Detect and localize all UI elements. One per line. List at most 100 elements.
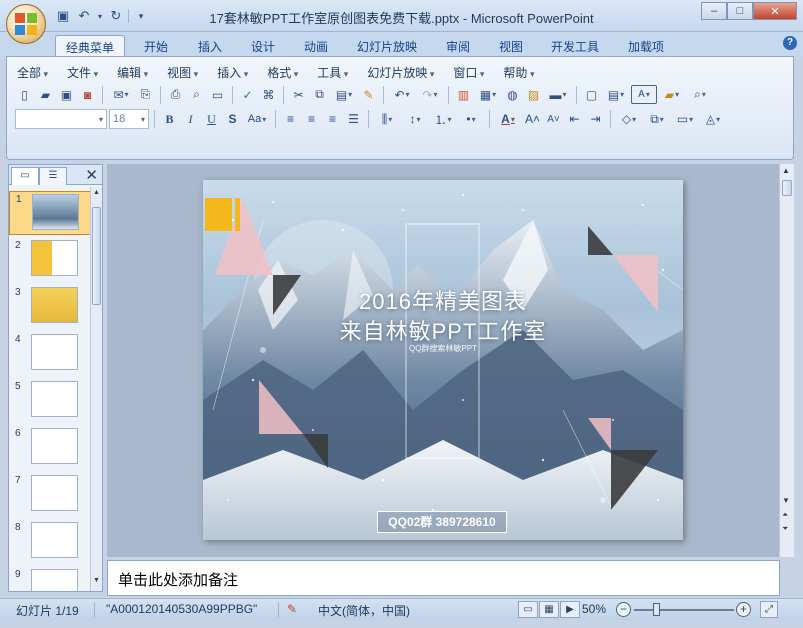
paste-icon[interactable]: ▤ [331,85,357,104]
close-button[interactable]: ✕ [753,2,797,20]
save-icon[interactable]: ▣ [57,85,76,104]
tab-home[interactable]: 开始 [134,35,178,57]
quick-styles-icon[interactable]: ▭ [672,110,698,129]
underline-icon[interactable]: U [202,110,221,129]
slideshow-button[interactable]: ▶ [560,601,580,618]
slide-thumbnail[interactable]: 9 [9,567,91,591]
shape-fill-icon[interactable]: ◬ [700,110,726,129]
notes-pane[interactable]: 单击此处添加备注 [107,560,780,596]
language-indicator[interactable]: 中文(简体，中国) [318,602,410,619]
previous-slide-icon[interactable]: ⏶ [782,510,788,520]
slide-thumbnail[interactable]: 4 [9,332,91,376]
scroll-up-icon[interactable]: ▲ [92,189,101,201]
pane-scrollbar[interactable]: ▲ ▼ [90,187,102,591]
permission-icon[interactable]: ◙ [78,85,97,104]
slide-canvas[interactable]: 2016年精美图表 来自林敏PPT工作室 QQ群搜索林敏PPT QQ02群 38… [203,180,683,540]
zoom-icon[interactable]: ⌕ [687,85,713,104]
zoom-slider-track[interactable] [634,609,734,611]
tab-design[interactable]: 设计 [241,35,285,57]
slide-subtitle[interactable]: QQ群搜索林敏PPT [203,343,683,354]
normal-view-button[interactable]: ▭ [518,601,538,618]
menu-view[interactable]: 视图 [167,63,207,82]
menu-file[interactable]: 文件 [67,63,107,82]
menu-all[interactable]: 全部 [17,63,57,82]
slide-thumbnail[interactable]: 2 [9,238,91,282]
tab-slides[interactable]: ▭ [11,167,39,185]
slide-thumbnail[interactable]: 6 [9,426,91,470]
arrange-icon[interactable]: ⧉ [644,110,670,129]
menu-help[interactable]: 帮助 [503,63,543,82]
tab-slideshow[interactable]: 幻灯片放映 [347,35,427,57]
justify-icon[interactable]: ☰ [344,110,363,129]
change-case-icon[interactable]: Aa [244,110,270,129]
line-spacing-icon[interactable]: ↕ [402,110,428,129]
slide-thumbnail[interactable]: 1 [9,191,91,235]
tab-animation[interactable]: 动画 [294,35,338,57]
align-left-icon[interactable]: ≡ [281,110,300,129]
menu-tools[interactable]: 工具 [317,63,357,82]
maximize-button[interactable]: □ [727,2,753,20]
slide-view-icon[interactable]: ▭ [208,85,227,104]
menu-window[interactable]: 窗口 [453,63,493,82]
qq-group-box[interactable]: QQ02群 389728610 [377,511,507,533]
scroll-down-icon[interactable]: ▼ [782,496,790,505]
help-icon[interactable]: ? [783,36,797,50]
textbox-icon[interactable]: A [631,85,657,104]
font-color-icon[interactable]: A [495,110,521,129]
table-icon[interactable]: ▦ [475,85,501,104]
minimize-button[interactable]: – [701,2,727,20]
slide-title-line2[interactable]: 来自林敏PPT工作室 [203,314,683,346]
numbering-icon[interactable]: ⒈ [430,110,456,129]
scroll-thumb[interactable] [782,180,792,196]
publish-pdf-icon[interactable]: ⎘ [136,85,155,104]
format-painter-icon[interactable]: ✎ [359,85,378,104]
decrease-indent-icon[interactable]: ⇤ [565,110,584,129]
bullets-icon[interactable]: • [458,110,484,129]
italic-icon[interactable]: I [181,110,200,129]
print-preview-icon[interactable]: ⌕ [187,85,206,104]
zoom-slider-thumb[interactable] [653,603,660,616]
next-slide-icon[interactable]: ⏷ [782,524,788,534]
print-icon[interactable]: ⎙ [166,85,185,104]
grow-font-icon[interactable]: A˄ [523,110,542,129]
fit-to-window-icon[interactable]: ⤢ [760,601,778,618]
new-icon[interactable]: ▯ [15,85,34,104]
tab-developer[interactable]: 开发工具 [541,35,609,57]
menu-insert[interactable]: 插入 [217,63,257,82]
align-right-icon[interactable]: ≡ [323,110,342,129]
color-grayscale-icon[interactable]: ▬ [545,85,571,104]
slide-title-line1[interactable]: 2016年精美图表 [203,284,683,316]
scroll-down-icon[interactable]: ▼ [92,577,101,589]
tab-insert[interactable]: 插入 [188,35,232,57]
picture-icon[interactable]: ▨ [524,85,543,104]
folder-icon[interactable]: ▰ [659,85,685,104]
slide-thumbnail[interactable]: 8 [9,520,91,564]
close-icon[interactable]: ✕ [85,166,98,184]
slide-thumbnail[interactable]: 5 [9,379,91,423]
undo-icon[interactable]: ↶ [389,85,415,104]
zoom-in-icon[interactable]: + [736,602,751,617]
slide-thumbnail[interactable]: 7 [9,473,91,517]
shrink-font-icon[interactable]: A˅ [544,110,563,129]
font-name-combo[interactable]: ▾ [15,109,107,129]
text-direction-icon[interactable]: ⫼ [374,110,400,129]
spelling-icon[interactable]: ✓ [238,85,257,104]
slide-sorter-button[interactable]: ▦ [539,601,559,618]
clipart-icon[interactable]: ◍ [503,85,522,104]
tab-outline[interactable]: ☰ [39,167,67,185]
redo-icon[interactable]: ↷ [417,85,443,104]
research-icon[interactable]: ⌘ [259,85,278,104]
zoom-level[interactable]: 50% [582,602,606,616]
bold-icon[interactable]: B [160,110,179,129]
cut-icon[interactable]: ✂ [289,85,308,104]
align-center-icon[interactable]: ≡ [302,110,321,129]
copy-icon[interactable]: ⧉ [310,85,329,104]
scroll-thumb[interactable] [92,207,101,305]
slide-thumbnail[interactable]: 3 [9,285,91,329]
font-size-combo[interactable]: 18 ▾ [109,109,149,129]
spelling-status-icon[interactable]: ✎ [287,602,297,616]
increase-indent-icon[interactable]: ⇥ [586,110,605,129]
tab-addins[interactable]: 加载项 [618,35,674,57]
tab-review[interactable]: 审阅 [436,35,480,57]
scroll-up-icon[interactable]: ▲ [782,166,790,175]
